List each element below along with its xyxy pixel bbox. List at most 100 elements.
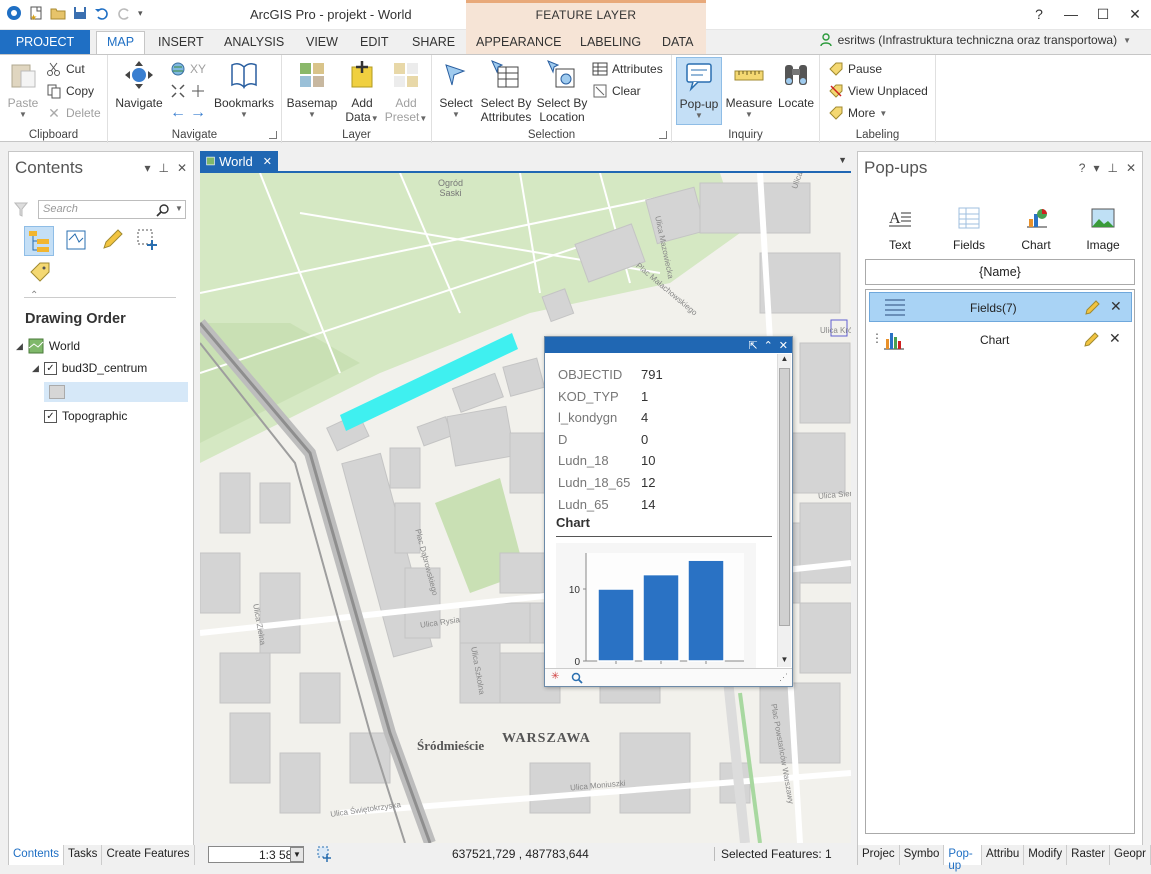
forward-arrow-icon[interactable]: → xyxy=(190,105,206,121)
add-fields-element-button[interactable]: Fields xyxy=(939,205,999,252)
popup-element-chart[interactable]: ⋮ Chart ✕ xyxy=(869,325,1132,355)
back-arrow-icon[interactable]: ← xyxy=(170,105,186,121)
popup-close-icon[interactable]: ✕ xyxy=(779,339,788,352)
scroll-thumb[interactable] xyxy=(779,368,790,626)
fixed-zoom-button[interactable] xyxy=(170,83,206,99)
popups-pin-icon[interactable]: ⊥ xyxy=(1107,161,1117,175)
popup-dock-icon[interactable]: ⇱ xyxy=(748,339,757,352)
bottom-tab-symbology[interactable]: Symbo xyxy=(899,845,945,865)
clear-selection-button[interactable]: Clear xyxy=(592,83,641,99)
tab-view[interactable]: VIEW xyxy=(296,32,348,54)
search-options-icon[interactable]: ▼ xyxy=(175,204,183,213)
list-by-selection-icon[interactable] xyxy=(136,228,160,252)
popup-title-expression-input[interactable]: {Name} xyxy=(865,259,1135,285)
basemap-button[interactable]: Basemap ▼ xyxy=(286,59,338,119)
zoom-to-feature-icon[interactable] xyxy=(571,672,583,684)
chart-bar[interactable] xyxy=(687,559,725,662)
tab-edit[interactable]: EDIT xyxy=(350,32,398,54)
copy-button[interactable]: Copy xyxy=(46,83,94,99)
search-icon[interactable] xyxy=(156,203,170,217)
remove-fields-element-icon[interactable]: ✕ xyxy=(1110,298,1122,315)
drag-handle-icon[interactable]: ⋮ xyxy=(871,331,883,345)
add-data-button[interactable]: Add Data▼ xyxy=(342,59,382,124)
help-button[interactable]: ? xyxy=(1023,0,1055,28)
edit-chart-element-icon[interactable] xyxy=(1083,332,1099,348)
chart-bar[interactable] xyxy=(597,588,635,662)
pin-icon[interactable]: ⊥ xyxy=(158,161,168,175)
list-by-labeling-icon[interactable] xyxy=(28,260,52,284)
tab-insert[interactable]: INSERT xyxy=(148,32,214,54)
full-extent-button[interactable]: XY xyxy=(170,61,206,77)
delete-button[interactable]: ✕ Delete xyxy=(46,105,101,121)
tree-item-topographic[interactable]: ✓ Topographic xyxy=(44,409,127,423)
popups-help-icon[interactable]: ? xyxy=(1079,161,1086,175)
previous-next-extent[interactable]: ← → xyxy=(170,105,206,121)
topographic-visibility-checkbox[interactable]: ✓ xyxy=(44,409,57,423)
popup-button[interactable]: Pop-up ▼ xyxy=(676,57,722,125)
bottom-tab-geoprocessing[interactable]: Geopr xyxy=(1110,845,1151,865)
attributes-button[interactable]: Attributes xyxy=(592,61,663,77)
popups-menu-icon[interactable]: ▾ xyxy=(1093,161,1099,175)
select-button[interactable]: Select ▼ xyxy=(436,59,476,119)
popup-collapse-icon[interactable]: ⌃ xyxy=(764,339,773,352)
bottom-tab-popups[interactable]: Pop-up xyxy=(944,845,983,872)
arcgis-logo-icon[interactable] xyxy=(6,5,22,21)
close-button[interactable]: ✕ xyxy=(1119,0,1151,28)
scroll-up-icon[interactable]: ▲ xyxy=(779,354,790,366)
bottom-tab-attributes[interactable]: Attribu xyxy=(982,845,1025,865)
edit-fields-element-icon[interactable] xyxy=(1084,300,1100,316)
bottom-tab-create-features[interactable]: Create Features xyxy=(102,845,195,865)
more-labeling-button[interactable]: More ▼ xyxy=(828,105,887,121)
add-chart-element-button[interactable]: Chart xyxy=(1006,205,1066,252)
map-tabs-menu-icon[interactable]: ▼ xyxy=(838,155,847,165)
add-image-element-button[interactable]: Image xyxy=(1073,205,1133,252)
undo-icon[interactable] xyxy=(94,5,110,21)
pane-menu-icon[interactable]: ▾ xyxy=(144,161,150,175)
bottom-tab-tasks[interactable]: Tasks xyxy=(64,845,103,865)
select-by-location-button[interactable]: Select By Location xyxy=(534,59,590,124)
popups-close-icon[interactable]: ✕ xyxy=(1126,161,1136,175)
paste-button[interactable]: Paste ▼ xyxy=(6,59,40,119)
map-tab-close-icon[interactable]: ✕ xyxy=(263,155,272,168)
add-preset-button[interactable]: Add Preset▼ xyxy=(384,59,428,124)
remove-chart-element-icon[interactable]: ✕ xyxy=(1109,330,1121,347)
save-project-icon[interactable] xyxy=(72,5,88,21)
select-by-attributes-button[interactable]: Select By Attributes xyxy=(478,59,534,124)
collapse-bud3d-icon[interactable]: ◢ xyxy=(32,363,39,374)
locate-button[interactable]: Locate xyxy=(774,59,818,110)
open-project-icon[interactable] xyxy=(50,5,66,21)
collapse-world-icon[interactable]: ◢ xyxy=(16,341,23,352)
popup-scrollbar[interactable]: ▲ ▼ xyxy=(777,354,791,667)
view-unplaced-button[interactable]: View Unplaced xyxy=(828,83,928,99)
bud3d-visibility-checkbox[interactable]: ✓ xyxy=(43,361,57,375)
popup-element-fields[interactable]: Fields(7) ✕ xyxy=(869,292,1132,322)
layer-symbol-swatch[interactable] xyxy=(49,385,65,399)
snapping-icon[interactable] xyxy=(316,845,334,863)
selection-launcher-icon[interactable] xyxy=(659,131,667,139)
layer-symbol-row[interactable] xyxy=(44,382,188,402)
chart-bar[interactable] xyxy=(642,573,680,662)
tab-data[interactable]: DATA xyxy=(652,32,703,54)
redo-icon[interactable] xyxy=(116,5,132,21)
tab-analysis[interactable]: ANALYSIS xyxy=(214,32,294,54)
tree-item-bud3d[interactable]: ◢ ✓ bud3D_centrum xyxy=(32,361,147,375)
bottom-tab-modify[interactable]: Modify xyxy=(1024,845,1068,865)
pane-close-icon[interactable]: ✕ xyxy=(177,161,187,175)
cut-button[interactable]: Cut xyxy=(46,61,85,77)
bookmarks-button[interactable]: Bookmarks ▼ xyxy=(212,59,276,119)
measure-button[interactable]: Measure ▼ xyxy=(724,59,774,119)
tab-project[interactable]: PROJECT xyxy=(0,30,90,54)
list-by-editing-icon[interactable] xyxy=(100,228,124,252)
add-text-element-button[interactable]: A Text xyxy=(870,205,930,252)
bottom-tab-project[interactable]: Projec xyxy=(858,845,900,865)
tab-labeling[interactable]: LABELING xyxy=(570,32,651,54)
tab-map[interactable]: MAP xyxy=(96,31,146,55)
qat-customize-icon[interactable]: ▾ xyxy=(138,8,143,19)
bottom-tab-raster[interactable]: Raster xyxy=(1067,845,1111,865)
scroll-down-icon[interactable]: ▼ xyxy=(779,655,790,667)
maximize-button[interactable]: ☐ xyxy=(1087,0,1119,28)
list-by-data-source-icon[interactable] xyxy=(64,228,88,252)
tree-item-world[interactable]: ◢ World xyxy=(16,338,80,354)
user-account[interactable]: esritws (Infrastruktura techniczna oraz … xyxy=(819,33,1131,47)
new-project-icon[interactable]: ★ xyxy=(28,5,44,21)
